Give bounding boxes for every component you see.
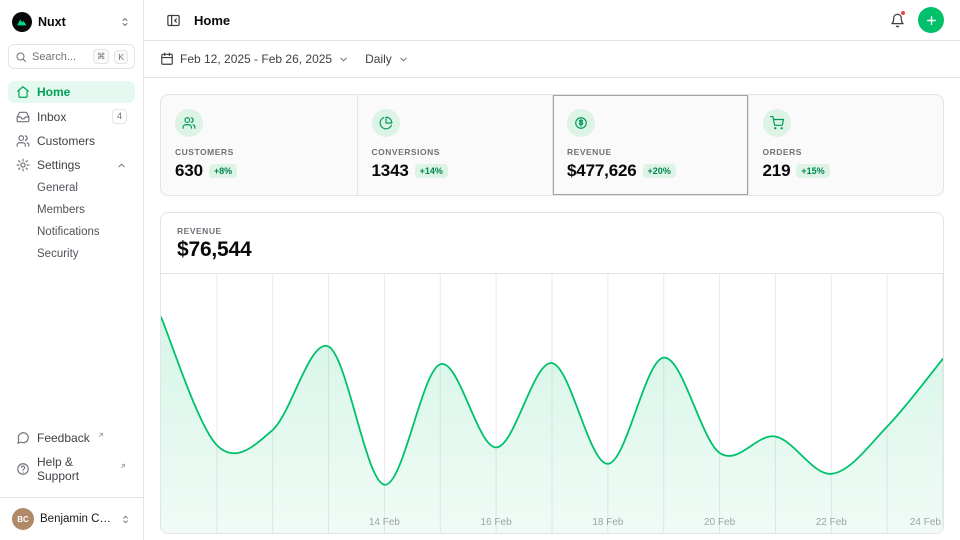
sidebar-item-settings-security[interactable]: Security: [8, 244, 135, 264]
sidebar-item-label: Help & Support: [37, 455, 112, 483]
inbox-count-badge: 4: [112, 109, 127, 124]
kbd-command: ⌘: [93, 49, 110, 64]
stat-value: 1343: [372, 161, 409, 181]
users-icon: [175, 109, 203, 137]
svg-text:16 Feb: 16 Feb: [481, 517, 513, 528]
sidebar-item-inbox[interactable]: Inbox 4: [8, 105, 135, 128]
svg-text:14 Feb: 14 Feb: [369, 517, 401, 528]
stat-delta-badge: +15%: [796, 164, 829, 178]
stat-card-customers[interactable]: CUSTOMERS 630 +8%: [161, 95, 357, 195]
notifications-button[interactable]: [884, 7, 910, 33]
users-icon: [16, 134, 30, 148]
external-link-icon: [97, 431, 105, 439]
kbd-k: K: [114, 50, 128, 64]
collapse-sidebar-button[interactable]: [160, 7, 186, 33]
sidebar-item-label: Inbox: [37, 110, 66, 124]
cart-icon: [763, 109, 791, 137]
help-circle-icon: [16, 462, 30, 476]
divider: [0, 497, 143, 498]
sidebar-item-settings[interactable]: Settings: [8, 154, 135, 176]
stat-value: 630: [175, 161, 203, 181]
sidebar-item-feedback[interactable]: Feedback: [8, 427, 135, 449]
stat-card-orders[interactable]: ORDERS 219 +15%: [748, 95, 944, 195]
calendar-icon: [160, 52, 174, 66]
sidebar-item-help-support[interactable]: Help & Support: [8, 451, 135, 487]
dashboard-content: CUSTOMERS 630 +8% CONVERSIONS 1343 +14%: [144, 78, 960, 540]
home-icon: [16, 85, 30, 99]
revenue-chart-card: REVENUE $76,544 14 Feb 16 Feb 18 Feb 20 Feb…: [160, 212, 944, 534]
revenue-area-chart-svg: 14 Feb 16 Feb 18 Feb 20 Feb 22 Feb 24 Feb: [161, 274, 943, 533]
stats-row: CUSTOMERS 630 +8% CONVERSIONS 1343 +14%: [160, 94, 944, 196]
sidebar-item-label: Feedback: [37, 431, 90, 445]
sidebar-item-label: Customers: [37, 134, 95, 148]
avatar: BC: [12, 508, 34, 530]
inbox-icon: [16, 110, 30, 124]
external-link-icon: [119, 462, 127, 470]
pie-chart-icon: [372, 109, 400, 137]
chart-title: REVENUE: [177, 226, 927, 236]
stat-label: REVENUE: [567, 147, 734, 157]
chevron-down-icon: [398, 54, 409, 65]
date-range-picker[interactable]: Feb 12, 2025 - Feb 26, 2025: [160, 52, 349, 66]
workspace-name: Nuxt: [38, 15, 113, 29]
stat-value: $477,626: [567, 161, 637, 181]
sidebar-item-customers[interactable]: Customers: [8, 130, 135, 152]
sidebar-item-label: Home: [37, 85, 70, 99]
svg-text:22 Feb: 22 Feb: [816, 517, 848, 528]
dollar-circle-icon: [567, 109, 595, 137]
stat-delta-badge: +14%: [415, 164, 448, 178]
stat-card-conversions[interactable]: CONVERSIONS 1343 +14%: [357, 95, 553, 195]
search-input[interactable]: Search... ⌘ K: [8, 44, 135, 69]
interval-select[interactable]: Daily: [365, 52, 409, 66]
app-root: Nuxt Search... ⌘ K Home: [0, 0, 960, 540]
sidebar-item-settings-general[interactable]: General: [8, 178, 135, 198]
workspace-switcher[interactable]: Nuxt: [8, 8, 135, 36]
filter-bar: Feb 12, 2025 - Feb 26, 2025 Daily: [144, 41, 960, 78]
chart-header: REVENUE $76,544: [161, 213, 943, 274]
stat-value: 219: [763, 161, 791, 181]
sidebar-footer: Feedback Help & Support BC Benjamin Cana…: [8, 427, 135, 532]
chevron-up-down-icon: [119, 16, 131, 28]
sidebar-item-home[interactable]: Home: [8, 81, 135, 103]
stat-label: CUSTOMERS: [175, 147, 343, 157]
user-menu[interactable]: BC Benjamin Canac: [8, 500, 135, 532]
svg-text:24 Feb: 24 Feb: [910, 517, 942, 528]
user-name: Benjamin Canac: [40, 513, 114, 525]
chat-bubble-icon: [16, 431, 30, 445]
gear-icon: [16, 158, 30, 172]
revenue-area-chart: 14 Feb 16 Feb 18 Feb 20 Feb 22 Feb 24 Feb: [161, 274, 943, 533]
sidebar-item-settings-notifications[interactable]: Notifications: [8, 222, 135, 242]
sidebar-item-label: Settings: [37, 158, 80, 172]
stat-label: ORDERS: [763, 147, 930, 157]
notification-dot: [900, 10, 906, 16]
chart-current-value: $76,544: [177, 238, 927, 262]
sidebar: Nuxt Search... ⌘ K Home: [0, 0, 144, 540]
svg-text:20 Feb: 20 Feb: [704, 517, 736, 528]
panel-left-icon: [166, 13, 181, 28]
stat-delta-badge: +20%: [643, 164, 676, 178]
plus-icon: [925, 14, 938, 27]
stat-card-revenue[interactable]: REVENUE $477,626 +20%: [552, 95, 748, 195]
sidebar-item-settings-members[interactable]: Members: [8, 200, 135, 220]
stat-delta-badge: +8%: [209, 164, 237, 178]
interval-label: Daily: [365, 52, 392, 66]
date-range-label: Feb 12, 2025 - Feb 26, 2025: [180, 52, 332, 66]
top-header: Home: [144, 0, 960, 41]
add-button[interactable]: [918, 7, 944, 33]
sidebar-nav: Home Inbox 4 Customers Settings: [8, 81, 135, 264]
nuxt-logo-icon: [12, 12, 32, 32]
chevron-up-icon: [116, 160, 127, 171]
search-icon: [15, 51, 27, 63]
search-placeholder: Search...: [32, 51, 88, 63]
stat-label: CONVERSIONS: [372, 147, 539, 157]
main-area: Home Feb 12, 2025 - Feb 26, 2025: [144, 0, 960, 540]
page-title: Home: [194, 13, 230, 28]
chevron-down-icon: [338, 54, 349, 65]
chevron-up-down-icon: [120, 514, 131, 525]
svg-text:18 Feb: 18 Feb: [592, 517, 624, 528]
